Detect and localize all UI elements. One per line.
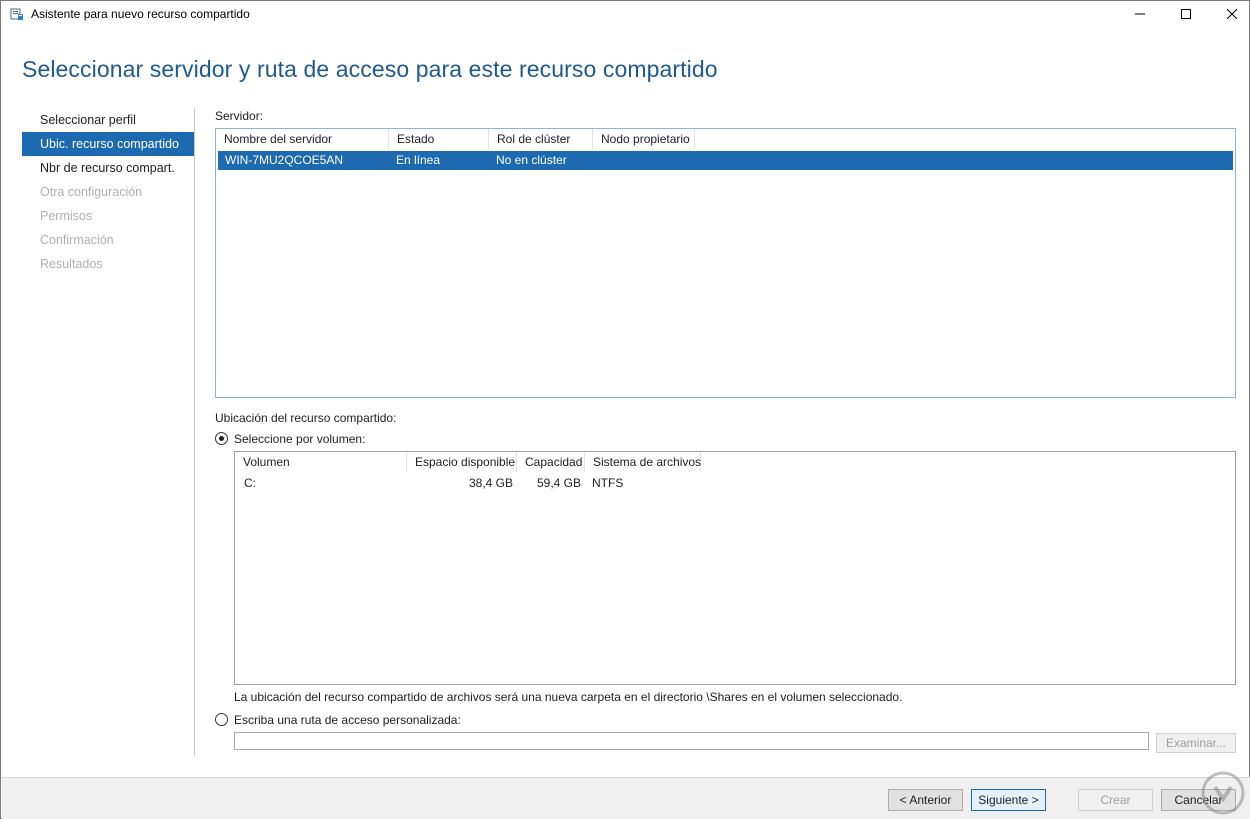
server-list-header: Nombre del servidor Estado Rol de clúste… xyxy=(216,129,1235,149)
location-note: La ubicación del recurso compartido de a… xyxy=(234,690,903,704)
column-header-status[interactable]: Estado xyxy=(389,129,489,149)
minimize-button[interactable] xyxy=(1117,1,1163,27)
nav-item-resultados: Resultados xyxy=(40,257,103,271)
window-title: Asistente para nuevo recurso compartido xyxy=(31,7,250,21)
column-header-free-space[interactable]: Espacio disponible xyxy=(407,452,517,472)
custom-path-label[interactable]: Escriba una ruta de acceso personalizada… xyxy=(234,713,461,727)
browse-button[interactable]: Examinar... xyxy=(1156,733,1236,753)
server-name-cell: WIN-7MU2QCOE5AN xyxy=(225,153,344,167)
watermark-logo xyxy=(1189,771,1247,817)
by-volume-radio[interactable] xyxy=(215,432,228,445)
nav-item-permisos: Permisos xyxy=(40,209,93,223)
nav-item-confirmacion: Confirmación xyxy=(40,233,114,247)
location-label: Ubicación del recurso compartido: xyxy=(215,411,397,425)
custom-path-input[interactable] xyxy=(234,732,1149,750)
server-row[interactable]: WIN-7MU2QCOE5AN En línea No en clúster xyxy=(218,151,1233,170)
radio-dot xyxy=(219,436,224,441)
back-button[interactable]: < Anterior xyxy=(888,789,963,811)
volume-row[interactable]: C: 38,4 GB 59,4 GB NTFS xyxy=(237,474,1233,493)
column-header-filesystem[interactable]: Sistema de archivos xyxy=(585,452,701,472)
title-bar: Asistente para nuevo recurso compartido xyxy=(1,1,1249,27)
volume-list-header: Volumen Espacio disponible Capacidad Sis… xyxy=(235,452,1235,472)
column-header-capacity[interactable]: Capacidad xyxy=(517,452,585,472)
close-icon xyxy=(1227,9,1237,19)
column-header-volume[interactable]: Volumen xyxy=(235,452,407,472)
column-header-owner-node[interactable]: Nodo propietario xyxy=(593,129,695,149)
server-cluster-cell: No en clúster xyxy=(496,153,567,167)
nav-divider xyxy=(194,108,195,756)
share-wizard-icon xyxy=(10,7,24,21)
footer-bar xyxy=(2,778,1250,819)
wizard-nav: Seleccionar perfil Ubic. recurso compart… xyxy=(22,108,194,276)
wizard-window: Asistente para nuevo recurso compartido … xyxy=(0,0,1250,819)
next-button[interactable]: Siguiente > xyxy=(971,789,1046,811)
create-button: Crear xyxy=(1078,789,1153,811)
volume-list[interactable]: Volumen Espacio disponible Capacidad Sis… xyxy=(234,451,1236,685)
page-title: Seleccionar servidor y ruta de acceso pa… xyxy=(22,56,718,82)
nav-item-otra-configuracion: Otra configuración xyxy=(40,185,143,199)
volume-fs-cell: NTFS xyxy=(592,476,624,490)
volume-name-cell: C: xyxy=(244,476,256,490)
close-button[interactable] xyxy=(1209,1,1250,27)
nav-item-ubic-recurso[interactable]: Ubic. recurso compartido xyxy=(22,132,194,156)
server-list[interactable]: Nombre del servidor Estado Rol de clúste… xyxy=(215,128,1236,398)
column-header-server-name[interactable]: Nombre del servidor xyxy=(216,129,389,149)
volume-capacity-cell: 59,4 GB xyxy=(536,476,581,490)
server-label: Servidor: xyxy=(215,109,264,123)
column-header-cluster-role[interactable]: Rol de clúster xyxy=(489,129,593,149)
by-volume-label[interactable]: Seleccione por volumen: xyxy=(234,432,365,446)
nav-item-seleccionar-perfil[interactable]: Seleccionar perfil xyxy=(22,108,194,132)
custom-path-radio[interactable] xyxy=(215,713,228,726)
maximize-button[interactable] xyxy=(1163,1,1209,27)
volume-free-cell: 38,4 GB xyxy=(468,476,513,490)
nav-item-nbr-recurso[interactable]: Nbr de recurso compart. xyxy=(22,156,194,180)
server-status-cell: En línea xyxy=(396,153,441,167)
